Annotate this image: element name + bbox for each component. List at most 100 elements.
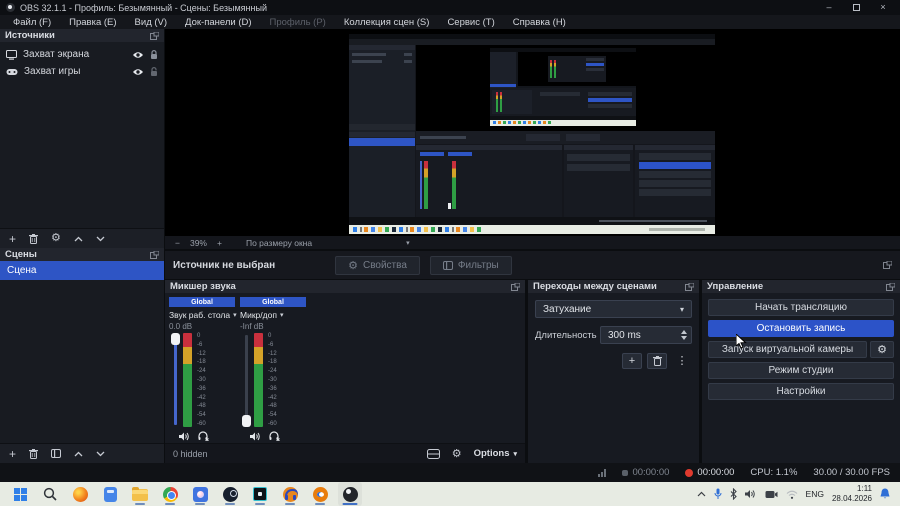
headphones-mute-icon[interactable] [198,431,209,441]
menu-view[interactable]: Вид (V) [126,15,177,29]
hidden-count-label: 0 hidden [173,448,208,459]
fit-mode-caret-icon[interactable]: ▾ [406,239,410,247]
move-down-button[interactable] [96,236,105,242]
taskbar-firefox[interactable] [68,482,92,506]
remove-scene-button[interactable] [29,448,39,459]
studio-mode-button[interactable]: Режим студии [708,362,894,379]
source-row-game-capture[interactable]: Захват игры [0,63,164,80]
spin-up-icon[interactable] [681,330,687,334]
slider-track [245,335,248,425]
transition-select[interactable]: Затухание ▾ [535,300,692,318]
settings-button[interactable]: Настройки [708,383,894,400]
spin-down-icon[interactable] [681,336,687,340]
add-source-button[interactable]: + [9,233,16,245]
clock[interactable]: 1:11 28.04.2026 [832,484,872,503]
microphone-icon[interactable] [714,488,722,500]
volume-icon[interactable] [744,489,757,499]
menu-edit[interactable]: Правка (E) [60,15,125,29]
scene-down-button[interactable] [96,451,105,457]
menu-tools[interactable]: Сервис (T) [438,15,503,29]
duration-row: Длительность 300 ms [535,326,692,344]
properties-button[interactable]: ⚙ Свойства [335,255,420,275]
virtual-camera-config-button[interactable]: ⚙ [870,341,894,358]
mini-taskbar [349,225,715,234]
zoom-in-button[interactable]: + [217,238,222,248]
mini-left-column [349,45,415,217]
menu-file[interactable]: Файл (F) [4,15,60,29]
visibility-eye-icon[interactable] [132,51,144,59]
wifi-icon[interactable] [786,490,798,499]
taskbar-search-button[interactable] [38,482,62,506]
scene-filters-button[interactable] [51,449,62,458]
channel-name-row[interactable]: Звук раб. стола ▾ [169,309,237,321]
taskbar-calculator[interactable] [98,482,122,506]
headphones-mute-icon[interactable] [269,431,280,441]
mixer-header: Микшер звука [165,280,525,293]
dock-popout-icon[interactable] [150,250,159,259]
taskbar-explorer[interactable] [128,482,152,506]
advanced-audio-button[interactable]: ⚙ [452,447,462,460]
source-row-screen-capture[interactable]: Захват экрана [0,46,164,63]
spinner-arrows [681,330,689,340]
filters-button[interactable]: Фильтры [429,255,512,275]
start-streaming-button[interactable]: Начать трансляцию [708,299,894,316]
menu-help[interactable]: Справка (H) [504,15,575,29]
taskbar-audio-app[interactable] [278,482,302,506]
taskbar-obs[interactable] [338,482,362,506]
dock-popout-icon[interactable] [150,31,159,40]
duration-spinner[interactable]: 300 ms [600,326,692,344]
mini-mixer [416,145,562,217]
slider-handle[interactable] [242,415,251,427]
preview-canvas[interactable] [165,29,900,236]
stream-time: 00:00:00 [632,467,670,478]
zoom-out-button[interactable]: − [175,238,180,248]
channel-icons [169,429,235,443]
start-button[interactable] [8,482,32,506]
mixer-layout-toggle[interactable] [426,448,440,459]
scene-row-selected[interactable]: Сцена [0,261,164,280]
language-indicator[interactable]: ENG [806,489,824,499]
maximize-button[interactable] [845,1,867,14]
taskbar-steam[interactable] [218,482,242,506]
taskbar-dev-tool[interactable] [248,482,272,506]
add-transition-button[interactable]: + [622,353,642,369]
close-button[interactable]: × [872,1,894,14]
dock-popout-icon[interactable] [511,282,520,291]
taskbar-blender[interactable] [308,482,332,506]
speaker-icon[interactable] [179,432,190,441]
volume-slider[interactable] [242,333,251,427]
dock-popout-icon[interactable] [883,261,892,269]
dock-popout-icon[interactable] [886,282,895,291]
minimize-button[interactable]: – [818,1,840,14]
volume-slider[interactable] [171,333,180,427]
remove-transition-button[interactable] [647,353,667,369]
lock-icon[interactable] [150,49,158,60]
camera-icon[interactable] [765,490,778,499]
transition-properties-button[interactable]: ⋮ [672,353,692,369]
source-properties-button[interactable]: ⚙ [51,233,61,244]
speaker-icon[interactable] [250,432,261,441]
start-virtual-camera-button[interactable]: Запуск виртуальной камеры [708,341,867,358]
dock-popout-icon[interactable] [685,282,694,291]
tray-expand-icon[interactable] [697,491,706,497]
add-scene-button[interactable]: + [9,448,16,460]
menu-scene-collection[interactable]: Коллекция сцен (S) [335,15,439,29]
mixer-options-button[interactable]: Options ▾ [474,448,517,459]
scene-up-button[interactable] [74,451,83,457]
remove-source-button[interactable] [29,233,39,244]
channel-icons [240,429,306,443]
move-up-button[interactable] [74,236,83,242]
menu-docks[interactable]: Док-панели (D) [176,15,260,29]
audio-mixer-dock: Микшер звука Global Звук раб. стола ▾ 0.… [165,280,525,463]
channel-name-row[interactable]: Микр/доп ▾ [240,309,306,321]
slider-handle[interactable] [171,333,180,345]
fit-mode-select[interactable]: По размеру окна [246,238,312,248]
taskbar-chrome[interactable] [158,482,182,506]
source-toolbar: Источник не выбран ⚙ Свойства Фильтры [165,250,900,279]
unlock-icon[interactable] [150,66,158,77]
notifications-bell-icon[interactable] [880,488,890,500]
visibility-eye-icon[interactable] [132,68,144,76]
center-area: − 39% + По размеру окна ▾ Источник не вы… [165,29,900,463]
bluetooth-icon[interactable] [730,488,737,500]
taskbar-photos[interactable] [188,482,212,506]
